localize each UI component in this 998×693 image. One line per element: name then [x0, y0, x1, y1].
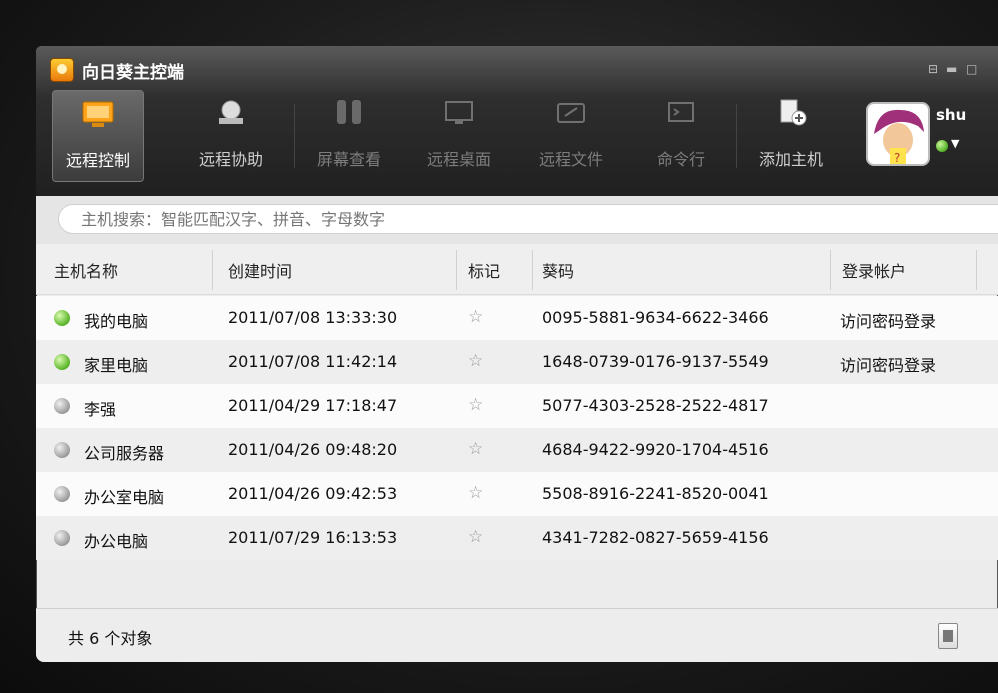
col-host-name[interactable]: 主机名称 [54, 258, 118, 282]
host-name: 办公室电脑 [84, 488, 165, 507]
remote-file-label: 远程文件 [538, 150, 603, 169]
remote-assist-icon [219, 100, 243, 124]
remote-desktop-button[interactable]: 远程桌面 [414, 90, 504, 180]
remote-control-icon [82, 101, 114, 127]
command-line-button[interactable]: 命令行 [636, 90, 726, 180]
column-divider [456, 250, 457, 290]
host-name: 我的电脑 [84, 312, 149, 331]
star-icon[interactable]: ☆ [468, 483, 483, 503]
login-account: 访问密码登录 [840, 312, 937, 331]
search-bar [36, 196, 998, 245]
avatar-icon: ? [874, 109, 924, 164]
status-footer: 共 6 个对象 [36, 608, 998, 662]
table-row[interactable]: 家里电脑 2011/07/08 11:42:14 ☆ 1648-0739-017… [36, 340, 998, 384]
status-offline-icon [54, 442, 70, 458]
user-avatar[interactable]: ? [866, 102, 930, 166]
status-offline-icon [54, 486, 70, 502]
created-time: 2011/04/26 09:42:53 [228, 484, 398, 503]
app-title: 向日葵主控端 [82, 63, 184, 83]
sunflower-code: 4341-7282-0827-5659-4156 [542, 528, 769, 547]
add-host-label: 添加主机 [758, 150, 823, 169]
screen-view-icon [337, 100, 361, 124]
remote-assist-button[interactable]: 远程协助 [186, 90, 276, 180]
maximize-icon[interactable]: □ [966, 62, 977, 76]
sunflower-code: 4684-9422-9920-1704-4516 [542, 440, 769, 459]
column-divider [976, 250, 977, 290]
host-name: 公司服务器 [84, 444, 165, 463]
user-name: shu [936, 106, 967, 124]
skin-icon[interactable]: ⊟ [928, 62, 938, 76]
object-count: 共 6 个对象 [68, 629, 153, 648]
table-row[interactable]: 公司服务器 2011/04/26 09:48:20 ☆ 4684-9422-99… [36, 428, 998, 472]
host-name: 家里电脑 [84, 356, 149, 375]
remote-file-button[interactable]: 远程文件 [526, 90, 616, 180]
col-created-time[interactable]: 创建时间 [228, 258, 292, 282]
host-table-header: 主机名称 创建时间 标记 葵码 登录帐户 [36, 244, 998, 295]
created-time: 2011/07/29 16:13:53 [228, 528, 398, 547]
col-login-account[interactable]: 登录帐户 [842, 258, 906, 282]
col-sunflower-code[interactable]: 葵码 [542, 258, 574, 282]
online-status-icon[interactable] [936, 140, 948, 152]
created-time: 2011/04/26 09:48:20 [228, 440, 398, 459]
star-icon[interactable]: ☆ [468, 527, 483, 547]
star-icon[interactable]: ☆ [468, 351, 483, 371]
status-online-icon [54, 354, 70, 370]
remote-control-button[interactable]: 远程控制 [52, 90, 144, 182]
table-row[interactable]: 我的电脑 2011/07/08 13:33:30 ☆ 0095-5881-963… [36, 296, 998, 340]
sunflower-code: 0095-5881-9634-6622-3466 [542, 308, 769, 327]
toolbar-separator [736, 104, 737, 168]
add-host-button[interactable]: 添加主机 [746, 90, 836, 180]
command-line-icon [668, 102, 694, 122]
column-divider [830, 250, 831, 290]
main-window: 向日葵主控端 ⊟ ▬ □ 远程控制 远程协助 屏幕查看 远程桌面 远程文件 命令… [36, 46, 998, 662]
star-icon[interactable]: ☆ [468, 439, 483, 459]
svg-text:?: ? [894, 151, 900, 164]
created-time: 2011/07/08 11:42:14 [228, 352, 398, 371]
remote-desktop-label: 远程桌面 [426, 150, 491, 169]
host-name: 李强 [84, 400, 117, 419]
table-row[interactable]: 办公室电脑 2011/04/26 09:42:53 ☆ 5508-8916-22… [36, 472, 998, 516]
view-mode-icon[interactable] [938, 623, 958, 649]
screen-view-button[interactable]: 屏幕查看 [304, 90, 394, 180]
table-row[interactable]: 办公电脑 2011/07/29 16:13:53 ☆ 4341-7282-082… [36, 516, 998, 560]
sunflower-code: 1648-0739-0176-9137-5549 [542, 352, 769, 371]
status-offline-icon [54, 398, 70, 414]
column-divider [212, 250, 213, 290]
add-host-icon [780, 99, 807, 126]
remote-desktop-icon [445, 101, 473, 124]
command-line-label: 命令行 [656, 150, 705, 169]
created-time: 2011/07/08 13:33:30 [228, 308, 398, 327]
status-offline-icon [54, 530, 70, 546]
star-icon[interactable]: ☆ [468, 395, 483, 415]
star-icon[interactable]: ☆ [468, 307, 483, 327]
created-time: 2011/04/29 17:18:47 [228, 396, 398, 415]
remote-control-label: 远程控制 [65, 151, 130, 170]
screen-view-label: 屏幕查看 [316, 150, 381, 169]
column-divider [532, 250, 533, 290]
status-dropdown-icon[interactable]: ▼ [951, 137, 959, 150]
remote-assist-label: 远程协助 [198, 150, 263, 169]
sunflower-code: 5077-4303-2528-2522-4817 [542, 396, 769, 415]
col-mark[interactable]: 标记 [468, 258, 500, 282]
remote-file-icon [557, 103, 585, 123]
status-online-icon [54, 310, 70, 326]
host-name: 办公电脑 [84, 532, 149, 551]
title-toolbar-area: 向日葵主控端 ⊟ ▬ □ 远程控制 远程协助 屏幕查看 远程桌面 远程文件 命令… [36, 46, 998, 196]
minimize-icon[interactable]: ▬ [946, 62, 957, 76]
table-row[interactable]: 李强 2011/04/29 17:18:47 ☆ 5077-4303-2528-… [36, 384, 998, 428]
host-search-input[interactable] [58, 204, 998, 234]
sunflower-app-icon [50, 58, 74, 82]
login-account: 访问密码登录 [840, 356, 937, 375]
sunflower-code: 5508-8916-2241-8520-0041 [542, 484, 769, 503]
toolbar-separator [294, 104, 295, 168]
